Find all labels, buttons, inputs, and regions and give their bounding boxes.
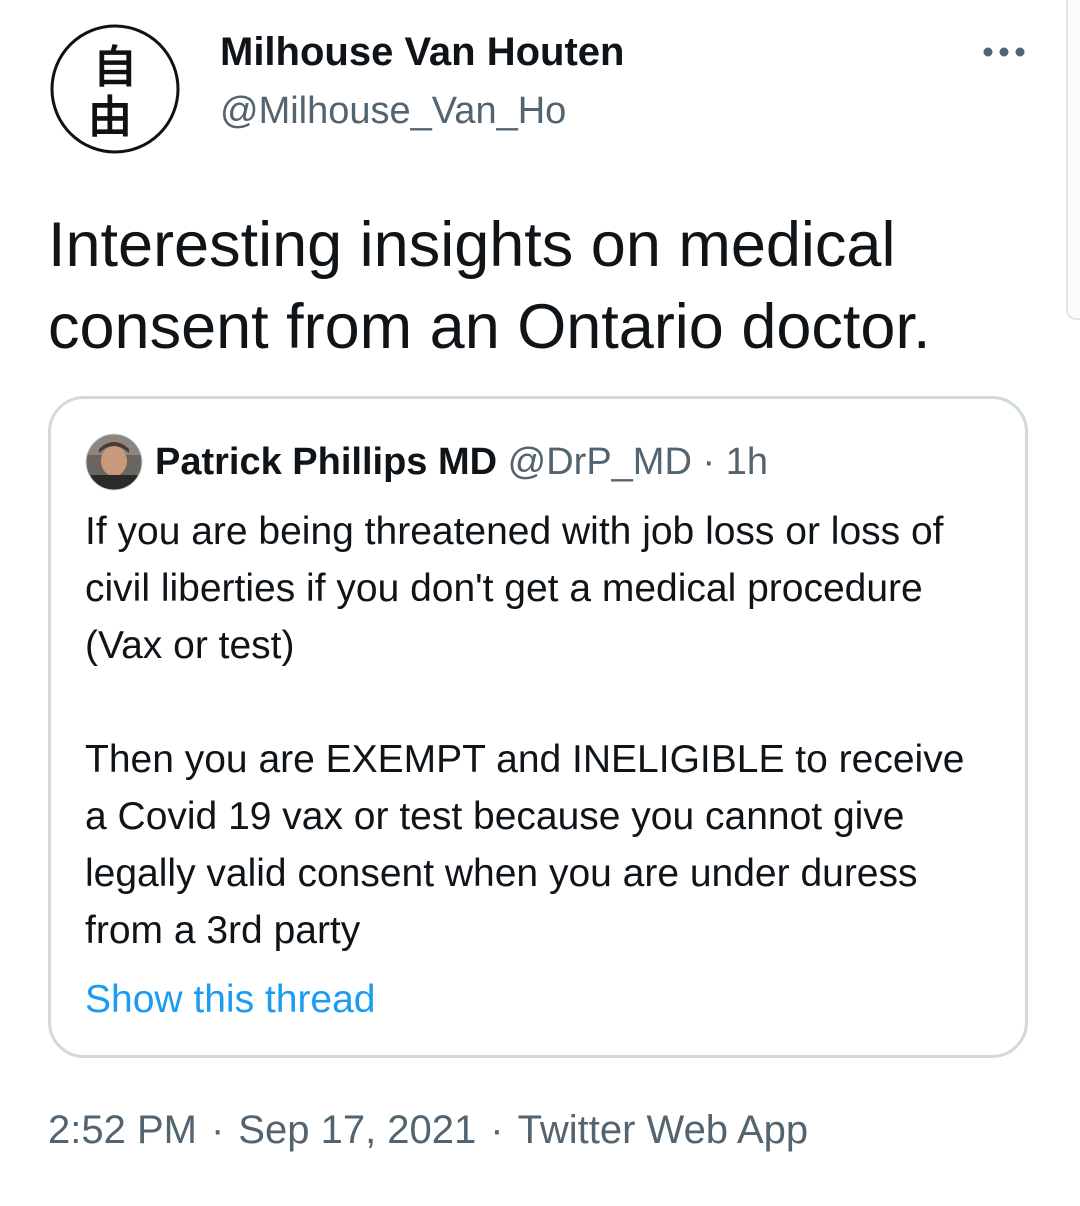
scrollbar-edge: [1066, 0, 1080, 320]
avatar-glyph-2: 由: [88, 92, 132, 143]
quoted-tweet-body: If you are being threatened with job los…: [85, 503, 995, 959]
quoted-author-name: Patrick Phillips MD: [155, 441, 498, 483]
tweet-text: Interesting insights on medical consent …: [48, 210, 931, 362]
author-avatar[interactable]: 自 由: [48, 22, 182, 156]
quoted-author-handle: @DrP_MD: [507, 441, 692, 483]
avatar-seal-icon: 自 由: [50, 24, 180, 154]
tweet-metadata: 2:52 PM · Sep 17, 2021 · Twitter Web App: [48, 1108, 808, 1153]
tweet-date[interactable]: Sep 17, 2021: [238, 1108, 476, 1152]
quoted-separator: ·: [702, 441, 716, 483]
footer-separator: ·: [210, 1108, 225, 1152]
profile-photo-icon: [85, 433, 143, 491]
author-handle[interactable]: @Milhouse_Van_Ho: [220, 90, 566, 133]
author-name[interactable]: Milhouse Van Houten: [220, 30, 624, 75]
quoted-author-avatar: [85, 433, 143, 491]
quoted-paragraph: If you are being threatened with job los…: [85, 510, 944, 667]
ellipsis-icon: [983, 47, 1025, 57]
more-options-button[interactable]: [976, 32, 1032, 72]
quoted-time: 1h: [725, 441, 768, 483]
tweet-time[interactable]: 2:52 PM: [48, 1108, 197, 1152]
quoted-tweet-card[interactable]: Patrick Phillips MD @DrP_MD · 1h If you …: [48, 396, 1028, 1058]
avatar-glyph-1: 自: [93, 42, 137, 93]
quoted-paragraph: Then you are EXEMPT and INELIGIBLE to re…: [85, 738, 965, 952]
tweet-source[interactable]: Twitter Web App: [518, 1108, 809, 1152]
show-thread-link[interactable]: Show this thread: [85, 971, 376, 1028]
footer-separator: ·: [490, 1108, 504, 1152]
quoted-header: Patrick Phillips MD @DrP_MD · 1h: [155, 437, 768, 487]
